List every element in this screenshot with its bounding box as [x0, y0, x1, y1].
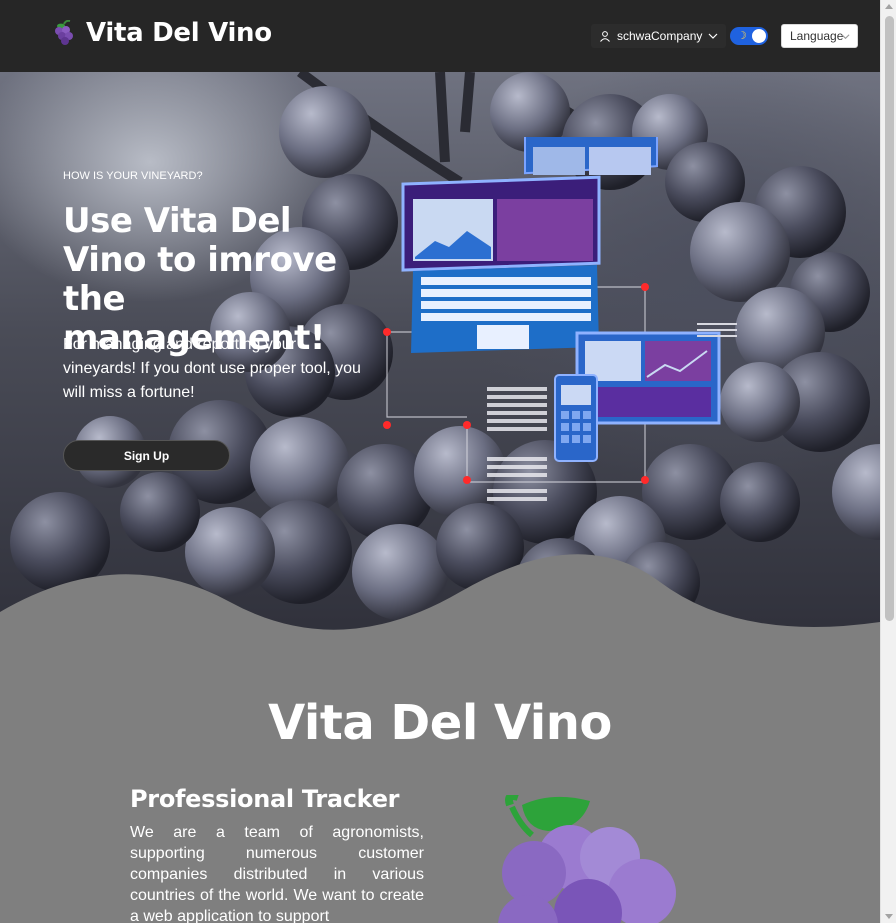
- signup-button[interactable]: Sign Up: [63, 440, 230, 471]
- page: Vita Del Vino schwaCompany ☽ Language HO…: [0, 0, 880, 923]
- brand[interactable]: Vita Del Vino: [52, 18, 272, 48]
- about-section: Vita Del Vino Professional Tracker We ar…: [0, 647, 880, 923]
- brand-title: Vita Del Vino: [86, 18, 272, 48]
- top-navbar: Vita Del Vino schwaCompany ☽ Language: [0, 0, 880, 72]
- chevron-down-icon: [841, 34, 850, 40]
- hero-eyebrow: HOW IS YOUR VINEYARD?: [63, 170, 203, 182]
- hero-section: HOW IS YOUR VINEYARD? Use Vita Del Vino …: [0, 72, 880, 647]
- scroll-up-arrow-icon[interactable]: [885, 4, 893, 9]
- vertical-scrollbar[interactable]: [880, 0, 896, 923]
- feature-title: Professional Tracker: [130, 785, 400, 813]
- language-select[interactable]: Language: [781, 24, 858, 48]
- about-title: Vita Del Vino: [268, 695, 612, 751]
- scroll-down-arrow-icon[interactable]: [885, 914, 893, 919]
- grape-icon: [55, 20, 73, 45]
- devices-illustration: [383, 137, 737, 501]
- chevron-down-icon: [708, 33, 718, 39]
- grape-illustration: [498, 795, 676, 923]
- feature-text: We are a team of agronomists, supporting…: [130, 824, 424, 923]
- user-name: schwaCompany: [617, 29, 703, 43]
- user-menu[interactable]: schwaCompany: [591, 24, 727, 48]
- hero-subtitle: For managing and reporting your vineyard…: [63, 336, 361, 401]
- language-label: Language: [790, 29, 844, 43]
- user-icon: [600, 31, 610, 42]
- toggle-knob: [752, 29, 766, 43]
- theme-toggle[interactable]: ☽: [730, 27, 768, 45]
- scrollbar-thumb[interactable]: [885, 16, 894, 621]
- moon-icon: ☽: [737, 30, 747, 42]
